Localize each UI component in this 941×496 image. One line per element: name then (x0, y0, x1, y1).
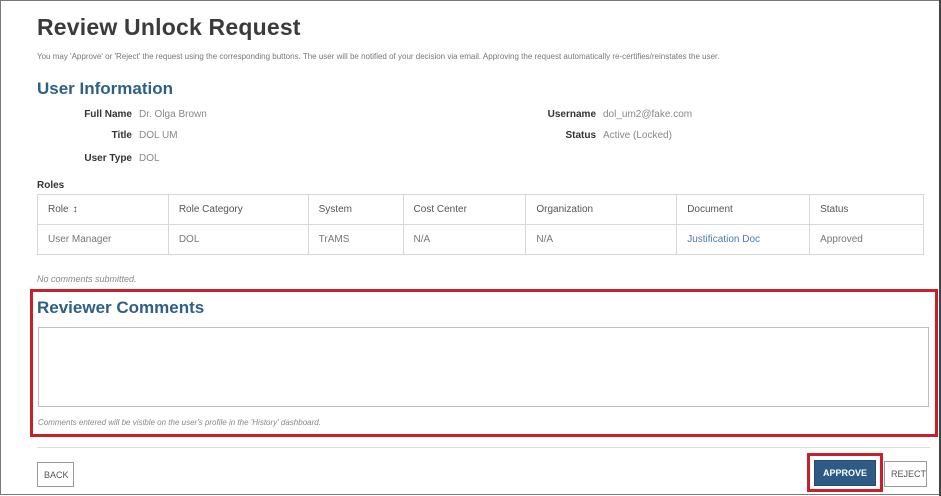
column-header-role-category[interactable]: Role Category (167, 194, 309, 225)
page-title: Review Unlock Request (37, 14, 301, 40)
title-label: Title (111, 130, 132, 141)
roles-table: Role ↕ Role Category System Cost Center O… (37, 194, 924, 255)
username-label: Username (547, 109, 596, 120)
back-button[interactable]: BACK (37, 462, 74, 487)
reviewer-comments-heading: Reviewer Comments (37, 298, 205, 317)
no-comments-text: No comments submitted. (37, 274, 137, 284)
column-header-cost-center[interactable]: Cost Center (402, 194, 527, 225)
roles-header-row: Role ↕ Role Category System Cost Center O… (37, 194, 924, 225)
user-information-heading: User Information (37, 79, 174, 98)
full-name-label: Full Name (84, 109, 132, 120)
cell-cost-center: N/A (402, 224, 527, 255)
table-row: User Manager DOL TrAMS N/A N/A Justifica… (37, 224, 924, 255)
reject-button[interactable]: REJECT (884, 461, 927, 487)
cell-status: Approved (809, 224, 924, 255)
full-name-value: Dr. Olga Brown (139, 109, 207, 120)
approve-button[interactable]: APPROVE (814, 460, 876, 486)
column-header-organization[interactable]: Organization (525, 194, 678, 225)
divider (37, 447, 930, 448)
status-value: Active (Locked) (603, 130, 672, 141)
column-header-role[interactable]: Role ↕ (37, 194, 169, 225)
cell-document: Justification Doc (676, 224, 811, 255)
status-label: Status (565, 130, 596, 141)
cell-system: TrAMS (307, 224, 404, 255)
column-header-system[interactable]: System (307, 194, 404, 225)
cell-organization: N/A (525, 224, 678, 255)
user-type-label: User Type (84, 153, 132, 164)
roles-heading: Roles (37, 180, 65, 191)
cell-role-category: DOL (167, 224, 309, 255)
user-type-value: DOL (139, 153, 160, 164)
comments-visibility-note: Comments entered will be visible on the … (38, 418, 321, 427)
column-header-document[interactable]: Document (676, 194, 811, 225)
instructions-text: You may 'Approve' or 'Reject' the reques… (37, 52, 720, 61)
column-header-status[interactable]: Status (809, 194, 924, 225)
username-value: dol_um2@fake.com (603, 109, 693, 120)
title-value: DOL UM (139, 130, 178, 141)
justification-doc-link[interactable]: Justification Doc (687, 234, 760, 245)
reviewer-comments-input[interactable] (38, 327, 929, 407)
cell-role: User Manager (37, 224, 169, 255)
sort-icon[interactable]: ↕ (73, 204, 78, 215)
